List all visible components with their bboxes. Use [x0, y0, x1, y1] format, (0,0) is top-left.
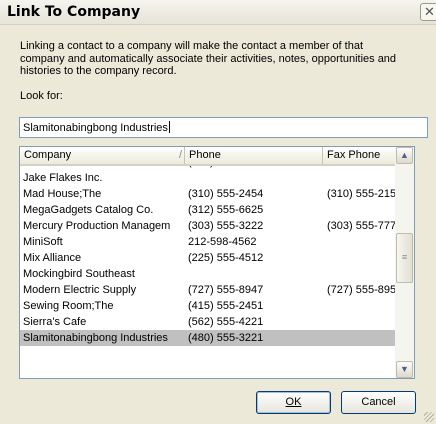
phone-cell: 212-598-4562 [188, 236, 257, 248]
company-cell: Mercury Production Managem [23, 220, 171, 232]
look-for-input[interactable]: Slamitonabingbong Industries [19, 117, 428, 138]
list-item[interactable]: Modern Electric Supply (727) 555-8947 (727… [20, 282, 395, 298]
fax-cell [324, 250, 395, 266]
column-header-company-label: Company [24, 149, 72, 161]
company-cell: MegaGadgets Catalog Co. [23, 204, 154, 216]
company-cell: Jake Flakes Inc. [23, 172, 103, 184]
phone-cell: (415) 555-2451 [188, 300, 264, 312]
list-item[interactable]: Mix Alliance (225) 555-4512 [20, 250, 395, 266]
company-cell: Mad House;The [23, 188, 102, 200]
vertical-scrollbar[interactable]: ▲ ≡ ▼ [395, 147, 414, 378]
list-item[interactable]: Jake Flakes Inc. [20, 170, 395, 186]
phone-cell: (303) 555-3222 [188, 220, 264, 232]
phone-cell: (312) 555-6625 [188, 204, 264, 216]
column-header-fax-label: Fax Phone [327, 149, 381, 161]
look-for-value: Slamitonabingbong Industries [23, 122, 168, 134]
column-header-phone-label: Phone [189, 149, 221, 161]
phone-cell [185, 266, 320, 282]
column-header-phone[interactable]: Phone [185, 147, 323, 164]
phone-cell [185, 170, 320, 186]
company-cell: Modern Electric Supply [23, 284, 137, 296]
fax-cell [324, 330, 395, 346]
fax-cell: (310) 555-2155 [327, 188, 395, 200]
list-item[interactable]: Mercury Production Managem (303) 555-3222… [20, 218, 395, 234]
phone-cell: (562) 555-4221 [188, 316, 264, 328]
list-item[interactable]: MegaGadgets Catalog Co. (312) 555-6625 [20, 202, 395, 218]
column-header-fax-phone[interactable]: Fax Phone [323, 147, 395, 164]
ok-button-label: OK [285, 396, 302, 408]
fax-cell: (727) 555-8952 [327, 284, 395, 296]
window-title: Link To Company [7, 4, 141, 20]
phone-cell: (225) 555-4512 [188, 252, 264, 264]
list-item[interactable]: Sewing Room;The (415) 555-2451 [20, 298, 395, 314]
list-item[interactable]: Mockingbird Southeast [20, 266, 395, 282]
company-cell: Slamitonabingbong Industries [23, 332, 168, 344]
fax-cell [324, 170, 395, 186]
scroll-up-button[interactable]: ▲ [396, 147, 413, 164]
list-header: Company / Phone Fax Phone [20, 147, 395, 166]
close-button[interactable]: ✕ [420, 3, 436, 21]
fax-cell [324, 298, 395, 314]
description-text: Linking a contact to a company will make… [20, 40, 397, 77]
fax-cell [324, 266, 395, 282]
fax-cell [324, 234, 395, 250]
chevron-up-icon: ▲ [400, 150, 409, 160]
cancel-button[interactable]: Cancel [341, 391, 416, 414]
list-item[interactable]: Slamitonabingbong Industries (480) 555-32… [20, 330, 395, 346]
fax-cell [324, 202, 395, 218]
column-header-company[interactable]: Company [20, 147, 185, 164]
phone-cell: (310) 555-2454 [188, 188, 264, 200]
grip-icon: ≡ [401, 252, 408, 262]
list-item[interactable]: Mad House;The (310) 555-2454 (310) 555-215… [20, 186, 395, 202]
look-for-label: Look for: [20, 90, 63, 102]
cancel-button-label: Cancel [361, 396, 396, 408]
company-cell: MiniSoft [23, 236, 63, 248]
fax-cell: (303) 555-7777 [327, 220, 395, 232]
title-bar: Link To Company ✕ [0, 0, 436, 25]
phone-cell: (727) 555-8947 [188, 284, 264, 296]
scroll-thumb[interactable]: ≡ [396, 233, 413, 283]
close-icon: ✕ [424, 4, 435, 19]
company-cell: Mix Alliance [23, 252, 82, 264]
chevron-down-icon: ▼ [400, 364, 409, 374]
company-cell: Sierra's Cafe [23, 316, 87, 328]
ok-button[interactable]: OK [256, 391, 331, 414]
list-item[interactable]: MiniSoft 212-598-4562 [20, 234, 395, 250]
company-cell: Mockingbird Southeast [23, 268, 135, 280]
sort-ascending-icon: / [179, 149, 183, 161]
phone-cell: (480) 555-3221 [188, 332, 264, 344]
list-item[interactable]: Sierra's Cafe (562) 555-4221 [20, 314, 395, 330]
company-cell: Sewing Room;The [23, 300, 114, 312]
company-list[interactable]: Interactive Gifts(212) 555-4732Jake Flak… [19, 146, 415, 379]
fax-cell [324, 314, 395, 330]
scroll-down-button[interactable]: ▼ [396, 361, 413, 378]
text-caret [168, 121, 170, 133]
resize-grip[interactable] [424, 412, 434, 422]
